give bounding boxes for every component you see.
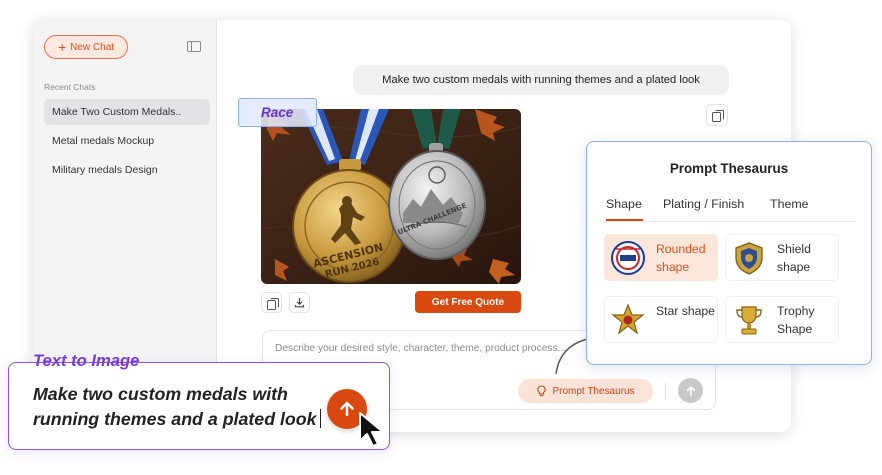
- new-chat-label: New Chat: [70, 41, 115, 53]
- download-icon: [294, 298, 305, 308]
- prompt-thesaurus-panel: Prompt Thesaurus Shape Plating / Finish …: [586, 141, 872, 365]
- page: + New Chat Recent Chats Make Two Custom …: [0, 0, 882, 475]
- send-button[interactable]: [678, 378, 703, 403]
- text-caret: [319, 408, 322, 428]
- text-to-image-prompt[interactable]: Make two custom medals with running them…: [33, 382, 333, 431]
- prompt-text: Make two custom medals with running them…: [33, 384, 317, 429]
- sidebar-toggle-icon[interactable]: [187, 41, 201, 52]
- star-medal-icon: [611, 303, 645, 335]
- shape-option-star[interactable]: Star shape: [604, 296, 718, 343]
- arrow-up-icon: [686, 385, 695, 396]
- race-tag: Race: [238, 98, 317, 127]
- tabs-divider: [603, 221, 856, 222]
- sidebar-item-chat[interactable]: Military medals Design: [44, 157, 210, 183]
- prompt-thesaurus-button[interactable]: Prompt Thesaurus: [518, 379, 653, 403]
- active-tab-indicator: [606, 219, 643, 221]
- new-chat-button[interactable]: + New Chat: [44, 35, 128, 59]
- shape-option-trophy[interactable]: Trophy Shape: [725, 296, 839, 343]
- shape-option-label: Rounded shape: [656, 242, 706, 274]
- trophy-medal-icon: [736, 306, 762, 335]
- thesaurus-title: Prompt Thesaurus: [669, 161, 789, 176]
- divider: [665, 383, 666, 400]
- shape-option-shield[interactable]: Shield shape: [725, 234, 839, 281]
- sidebar-item-chat[interactable]: Make Two Custom Medals..: [44, 99, 210, 125]
- text-to-image-title: Text to Image: [33, 351, 140, 370]
- shape-option-rounded[interactable]: Rounded shape: [604, 234, 718, 281]
- tab-theme[interactable]: Theme: [770, 197, 809, 211]
- tab-shape[interactable]: Shape: [606, 197, 642, 211]
- shape-option-label: Trophy Shape: [777, 304, 815, 336]
- composer-input[interactable]: Describe your desired style, character, …: [275, 343, 566, 354]
- copy-icon: [266, 297, 279, 310]
- copy-icon: [712, 110, 724, 122]
- shape-option-label: Shield shape: [777, 242, 811, 274]
- tab-plating-finish[interactable]: Plating / Finish: [663, 197, 744, 211]
- sidebar-item-chat[interactable]: Metal medals Mockup: [44, 128, 210, 154]
- text-to-image-card: Make two custom medals with running them…: [8, 362, 390, 450]
- generated-medals-image[interactable]: ASCENSION RUN 2026 ULTRA CHALLENGE: [261, 109, 521, 284]
- lightbulb-icon: [537, 385, 547, 397]
- copy-image-button[interactable]: [261, 292, 282, 313]
- shield-medal-icon: [735, 242, 763, 275]
- download-image-button[interactable]: [289, 292, 310, 313]
- mouse-pointer-icon: [359, 412, 384, 447]
- shape-option-label: Star shape: [656, 304, 715, 318]
- plus-icon: +: [57, 39, 67, 55]
- get-free-quote-button[interactable]: Get Free Quote: [415, 291, 521, 313]
- arrow-up-icon: [340, 401, 354, 417]
- user-message-bubble: Make two custom medals with running them…: [353, 65, 729, 95]
- prompt-thesaurus-label: Prompt Thesaurus: [552, 385, 635, 397]
- recent-chats-heading: Recent Chats: [44, 82, 96, 92]
- rounded-medal-icon: [611, 241, 645, 275]
- copy-message-button[interactable]: [706, 104, 728, 126]
